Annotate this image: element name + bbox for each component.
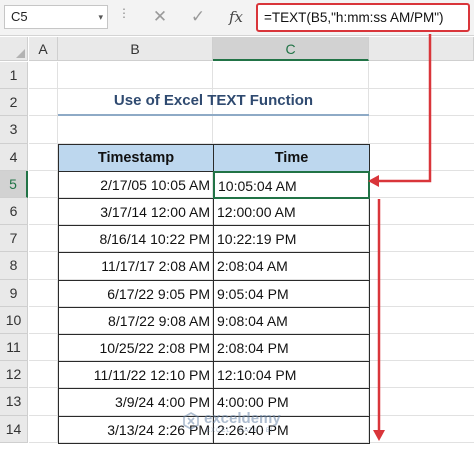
table-header-time[interactable]: Time xyxy=(213,143,370,172)
time-cell[interactable]: 9:08:04 AM xyxy=(213,306,370,335)
row-header-11[interactable]: 11 xyxy=(0,334,28,362)
time-cell[interactable]: 2:08:04 PM xyxy=(213,334,370,363)
row-header-10[interactable]: 10 xyxy=(0,306,28,334)
time-cell[interactable]: 12:10:04 PM xyxy=(213,361,370,390)
chevron-down-icon[interactable]: ▾ xyxy=(98,6,103,28)
time-cell[interactable]: 9:05:04 PM xyxy=(213,279,370,308)
name-box[interactable]: C5 ▾ xyxy=(4,5,108,29)
row-header-1[interactable]: 1 xyxy=(0,62,28,90)
row-header-14[interactable]: 14 xyxy=(0,415,28,443)
table-header-timestamp[interactable]: Timestamp xyxy=(58,143,214,172)
timestamp-cell[interactable]: 11/11/22 12:10 PM xyxy=(58,361,214,390)
formula-bar: C5 ▾ ⋮ ✕ ✓ fx =TEXT(B5,"h:mm:ss AM/PM") xyxy=(0,0,474,36)
column-header-d[interactable] xyxy=(369,37,474,61)
drag-handle-icon[interactable]: ⋮ xyxy=(118,6,130,20)
cancel-icon[interactable]: ✕ xyxy=(148,4,172,30)
row-header-13[interactable]: 13 xyxy=(0,388,28,416)
title-underline xyxy=(58,114,369,116)
exceldemy-logo-icon xyxy=(183,412,199,430)
row-header-12[interactable]: 12 xyxy=(0,361,28,389)
name-box-value: C5 xyxy=(11,9,28,24)
row-header-6[interactable]: 6 xyxy=(0,198,28,226)
row-header-9[interactable]: 9 xyxy=(0,279,28,307)
timestamp-cell[interactable]: 3/17/14 12:00 AM xyxy=(58,198,214,227)
row-header-3[interactable]: 3 xyxy=(0,116,28,144)
column-header-c[interactable]: C xyxy=(213,37,369,61)
row-header-5[interactable]: 5 xyxy=(0,170,28,198)
enter-icon[interactable]: ✓ xyxy=(186,4,210,30)
select-all-corner[interactable] xyxy=(0,37,28,61)
timestamp-cell[interactable]: 8/16/14 10:22 PM xyxy=(58,225,214,254)
time-cell[interactable]: 12:00:00 AM xyxy=(213,198,370,227)
formula-input[interactable]: =TEXT(B5,"h:mm:ss AM/PM") xyxy=(256,3,470,32)
timestamp-cell[interactable]: 6/17/22 9:05 PM xyxy=(58,279,214,308)
watermark-name: exceldemy xyxy=(204,410,281,427)
timestamp-cell[interactable]: 2/17/05 10:05 AM xyxy=(58,170,214,199)
column-header-a[interactable]: A xyxy=(29,37,58,61)
timestamp-cell[interactable]: 8/17/22 9:08 AM xyxy=(58,306,214,335)
column-header-b[interactable]: B xyxy=(58,37,213,61)
row-header-2[interactable]: 2 xyxy=(0,89,28,117)
watermark-tagline: EXCEL · DATA · BI xyxy=(206,428,274,434)
row-header-4[interactable]: 4 xyxy=(0,143,28,171)
select-all-icon xyxy=(16,49,25,58)
selected-cell-c5[interactable]: 10:05:04 AM xyxy=(213,170,370,199)
time-cell[interactable]: 10:22:19 PM xyxy=(213,225,370,254)
row-header-8[interactable]: 8 xyxy=(0,252,28,280)
arrow-head-down-icon xyxy=(373,430,385,441)
insert-function-icon[interactable]: fx xyxy=(224,4,248,30)
timestamp-cell[interactable]: 10/25/22 2:08 PM xyxy=(58,334,214,363)
row-header-7[interactable]: 7 xyxy=(0,225,28,253)
sheet-title: Use of Excel TEXT Function xyxy=(113,92,314,109)
timestamp-cell[interactable]: 11/17/17 2:08 AM xyxy=(58,252,214,281)
time-cell[interactable]: 2:08:04 AM xyxy=(213,252,370,281)
